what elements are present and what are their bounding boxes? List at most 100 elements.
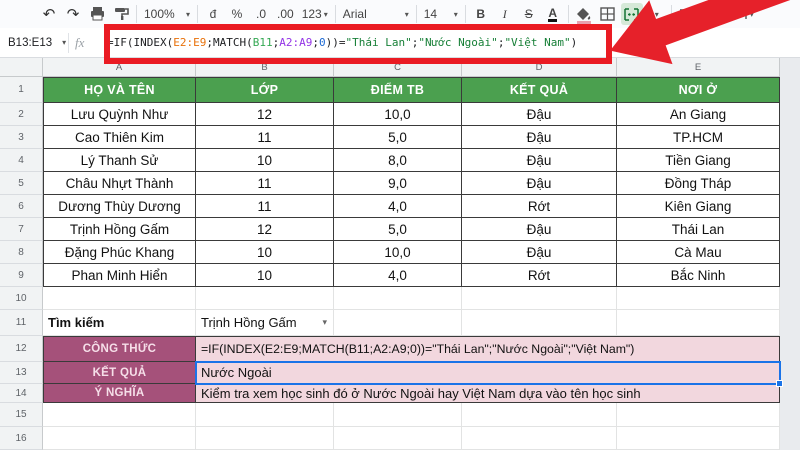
font-size-select[interactable]: 14 ▾ [421,3,461,25]
cell-B10[interactable] [196,287,334,310]
row-header-10[interactable]: 10 [0,287,43,310]
cell-E1[interactable]: NƠI Ở [617,77,780,103]
cell-A3[interactable]: Cao Thiên Kim [43,126,196,149]
cell-D6[interactable]: Rớt [462,195,617,218]
cell-B13[interactable]: Nước Ngoài [196,362,780,384]
borders-button[interactable] [597,3,619,25]
cell-B14[interactable]: Kiểm tra xem học sinh đó ở Nước Ngoài ha… [196,384,780,403]
cell-A5[interactable]: Châu Nhựt Thành [43,172,196,195]
cell-E7[interactable]: Thái Lan [617,218,780,241]
cell-C9[interactable]: 4,0 [334,264,462,287]
fill-color-button[interactable] [573,3,595,25]
cell-B15[interactable] [196,403,334,427]
cell-E16[interactable] [617,427,780,450]
cell-B1[interactable]: LỚP [196,77,334,103]
cell-E6[interactable]: Kiên Giang [617,195,780,218]
select-all-corner[interactable] [0,58,43,77]
row-header-12[interactable]: 12 [0,336,43,362]
percent-format-button[interactable]: % [226,3,248,25]
column-header-D[interactable]: D [462,58,617,77]
cell-C10[interactable] [334,287,462,310]
currency-format-button[interactable]: đ [202,3,224,25]
column-header-C[interactable]: C [334,58,462,77]
row-header-4[interactable]: 4 [0,149,43,172]
name-box[interactable]: B13:E13 ▾ [0,37,66,49]
dropdown-arrow-icon[interactable]: ▾ [322,317,327,328]
text-color-button[interactable]: A [542,3,564,25]
cell-A8[interactable]: Đặng Phúc Khang [43,241,196,264]
bold-button[interactable]: B [470,3,492,25]
row-header-16[interactable]: 16 [0,427,43,450]
cell-C3[interactable]: 5,0 [334,126,462,149]
paint-format-button[interactable] [110,3,132,25]
cell-C6[interactable]: 4,0 [334,195,462,218]
cell-D5[interactable]: Đậu [462,172,617,195]
info-label-12[interactable]: CÔNG THỨC [43,336,196,362]
cell-C5[interactable]: 9,0 [334,172,462,195]
cell-A16[interactable] [43,427,196,450]
cell-C1[interactable]: ĐIỂM TB [334,77,462,103]
cell-A10[interactable] [43,287,196,310]
cell-A6[interactable]: Dương Thùy Dương [43,195,196,218]
cell-B16[interactable] [196,427,334,450]
cell-A4[interactable]: Lý Thanh Sử [43,149,196,172]
cell-A15[interactable] [43,403,196,427]
print-button[interactable] [86,3,108,25]
cell-C11[interactable] [334,310,462,336]
cell-E11[interactable] [617,310,780,336]
cell-D3[interactable]: Đậu [462,126,617,149]
column-header-E[interactable]: E [617,58,780,77]
row-header-5[interactable]: 5 [0,172,43,195]
cell-E9[interactable]: Bắc Ninh [617,264,780,287]
zoom-select[interactable]: 100% ▾ [141,3,193,25]
cell-B3[interactable]: 11 [196,126,334,149]
increase-decimal-button[interactable]: .00 [274,3,297,25]
cell-E15[interactable] [617,403,780,427]
font-family-select[interactable]: Arial ▾ [340,3,412,25]
more-formats-button[interactable]: 123 ▾ [299,3,331,25]
cell-C7[interactable]: 5,0 [334,218,462,241]
merge-cells-button[interactable] [620,3,643,25]
horizontal-align-button[interactable]: ▾ [676,3,702,25]
text-wrap-button[interactable]: ▾ [731,3,757,25]
cell-B11-search-dropdown[interactable]: Trịnh Hồng Gấm ▾ [196,310,334,336]
cell-A9[interactable]: Phan Minh Hiển [43,264,196,287]
cell-D4[interactable]: Đậu [462,149,617,172]
cell-A2[interactable]: Lưu Quỳnh Như [43,103,196,126]
cell-E10[interactable] [617,287,780,310]
row-header-11[interactable]: 11 [0,310,43,336]
merge-options-button[interactable]: ▾ [645,3,667,25]
column-header-B[interactable]: B [196,58,334,77]
cell-B9[interactable]: 10 [196,264,334,287]
cell-A11[interactable]: Tìm kiếm [43,310,196,336]
strikethrough-button[interactable]: S [518,3,540,25]
decrease-decimal-button[interactable]: .0 [250,3,272,25]
redo-button[interactable]: ↷ [62,3,84,25]
cell-B2[interactable]: 12 [196,103,334,126]
cell-A1[interactable]: HỌ VÀ TÊN [43,77,196,103]
cell-D15[interactable] [462,403,617,427]
vertical-align-button[interactable]: ▾ [704,3,729,25]
cell-C16[interactable] [334,427,462,450]
cell-D11[interactable] [462,310,617,336]
cell-B8[interactable]: 10 [196,241,334,264]
cell-B6[interactable]: 11 [196,195,334,218]
fill-handle[interactable] [776,380,783,387]
cell-E4[interactable]: Tiền Giang [617,149,780,172]
italic-button[interactable]: I [494,3,516,25]
cell-C8[interactable]: 10,0 [334,241,462,264]
cell-D16[interactable] [462,427,617,450]
cell-B4[interactable]: 10 [196,149,334,172]
formula-text[interactable]: =IF(INDEX(E2:E9;MATCH(B11;A2:A9;0))="Thá… [107,36,577,49]
info-label-13[interactable]: KẾT QUẢ [43,362,196,384]
info-label-14[interactable]: Ý NGHĨA [43,384,196,403]
row-header-2[interactable]: 2 [0,103,43,126]
cell-E8[interactable]: Cà Mau [617,241,780,264]
cell-E5[interactable]: Đồng Tháp [617,172,780,195]
cell-C2[interactable]: 10,0 [334,103,462,126]
row-header-8[interactable]: 8 [0,241,43,264]
cell-B12[interactable]: =IF(INDEX(E2:E9;MATCH(B11;A2:A9;0))="Thá… [196,336,780,362]
cell-E2[interactable]: An Giang [617,103,780,126]
row-header-1[interactable]: 1 [0,77,43,103]
cell-D10[interactable] [462,287,617,310]
